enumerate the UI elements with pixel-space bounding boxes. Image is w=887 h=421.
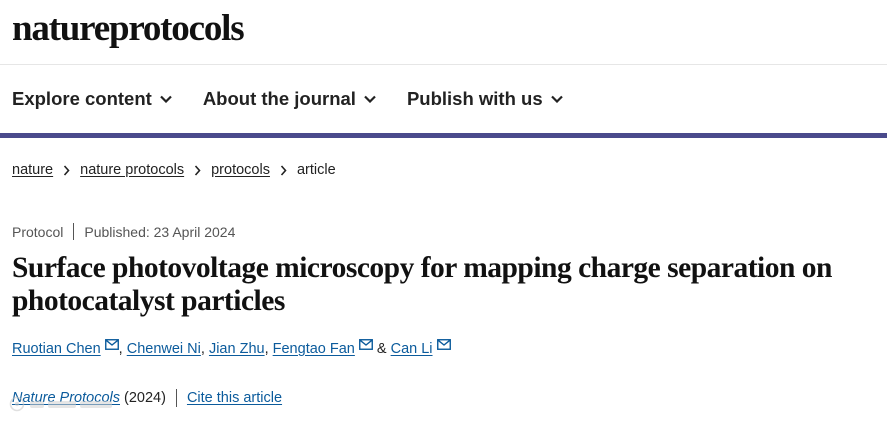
- nav-label: Explore content: [12, 88, 152, 109]
- envelope-icon[interactable]: [104, 338, 119, 350]
- chevron-right-icon: [64, 164, 70, 176]
- breadcrumb-current: article: [296, 162, 336, 178]
- nav-accent-bar: [0, 133, 887, 138]
- author-link[interactable]: Ruotian Chen: [12, 341, 101, 357]
- nav-label: About the journal: [202, 88, 356, 109]
- breadcrumb-nature-protocols[interactable]: nature protocols: [80, 162, 184, 178]
- author-link[interactable]: Jian Zhu: [209, 341, 265, 357]
- nav-about-the-journal[interactable]: About the journal: [203, 88, 376, 110]
- header-divider: [0, 64, 887, 65]
- citation-divider: [175, 389, 177, 407]
- nav-explore-content[interactable]: Explore content: [12, 88, 172, 110]
- article-type: Protocol: [12, 223, 64, 240]
- chevron-down-icon: [550, 95, 563, 103]
- author-link[interactable]: Fengtao Fan: [273, 341, 355, 357]
- article-title: Surface photovoltage microscopy for mapp…: [12, 252, 832, 317]
- author-link[interactable]: Chenwei Ni: [127, 341, 201, 357]
- author-link[interactable]: Can Li: [391, 341, 433, 357]
- nav-label: Publish with us: [406, 88, 543, 109]
- author-separator: ,: [118, 341, 127, 357]
- breadcrumb: nature nature protocols protocols articl…: [12, 162, 336, 178]
- chevron-down-icon: [160, 95, 172, 103]
- published-date: Published: 23 April 2024: [84, 223, 236, 240]
- year-text: (2024): [124, 390, 166, 406]
- author-list: Ruotian Chen , Chenwei Ni , Jian Zhu , F…: [12, 338, 451, 357]
- envelope-icon[interactable]: [358, 338, 373, 350]
- article-meta: Protocol Published: 23 April 2024: [12, 223, 235, 240]
- chevron-down-icon: [364, 95, 376, 103]
- nav-publish-with-us[interactable]: Publish with us: [407, 88, 563, 110]
- chevron-right-icon: [280, 164, 287, 176]
- meta-divider: [73, 223, 75, 240]
- author-separator: ,: [264, 341, 273, 357]
- envelope-icon[interactable]: [436, 338, 451, 350]
- main-nav: Explore content About the journal Publis…: [12, 87, 563, 111]
- author-separator: &: [372, 341, 391, 357]
- site-logo[interactable]: natureprotocols: [12, 7, 245, 51]
- publication-year: (2024): [120, 390, 166, 406]
- author-separator: ,: [200, 341, 209, 357]
- breadcrumb-nature[interactable]: nature: [12, 162, 53, 178]
- breadcrumb-protocols[interactable]: protocols: [211, 162, 270, 178]
- journal-name-link[interactable]: Nature Protocols: [12, 390, 120, 406]
- cite-this-article-link[interactable]: Cite this article: [187, 390, 282, 406]
- citation-line: Nature Protocols (2024) Cite this articl…: [12, 389, 282, 407]
- chevron-right-icon: [195, 164, 201, 176]
